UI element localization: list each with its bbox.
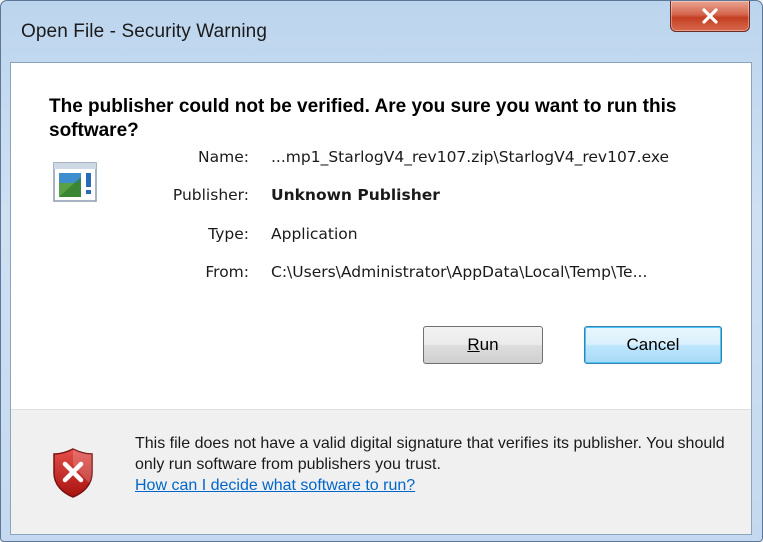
close-button[interactable] xyxy=(670,1,750,32)
title-bar[interactable]: Open File - Security Warning xyxy=(1,1,762,63)
help-link[interactable]: How can I decide what software to run? xyxy=(135,477,415,494)
warning-heading: The publisher could not be verified. Are… xyxy=(49,96,677,141)
close-icon xyxy=(702,8,718,24)
from-label: From: xyxy=(205,263,249,281)
name-label: Name: xyxy=(198,148,249,166)
security-warning-window: Open File - Security Warning The publish… xyxy=(0,0,763,542)
application-window-icon xyxy=(53,162,97,202)
cancel-button[interactable]: Cancel xyxy=(584,326,722,364)
type-label: Type: xyxy=(208,225,249,243)
name-value: ...mp1_StarlogV4_rev107.zip\StarlogV4_re… xyxy=(271,148,670,166)
type-value: Application xyxy=(271,225,358,243)
from-value: C:\Users\Administrator\AppData\Local\Tem… xyxy=(271,263,648,281)
warning-description: This file does not have a valid digital … xyxy=(135,435,725,473)
warning-message: This file does not have a valid digital … xyxy=(135,433,735,496)
publisher-value: Unknown Publisher xyxy=(271,186,440,204)
warning-footer: This file does not have a valid digital … xyxy=(11,409,751,534)
run-button[interactable]: Run xyxy=(423,326,543,364)
window-title: Open File - Security Warning xyxy=(21,21,268,42)
dialog-main-panel: The publisher could not be verified. Are… xyxy=(11,63,751,409)
cancel-button-label: Cancel xyxy=(626,335,680,354)
publisher-label: Publisher: xyxy=(172,186,249,204)
shield-error-icon xyxy=(53,448,93,498)
dialog-client-area: The publisher could not be verified. Are… xyxy=(10,62,752,535)
run-button-label: Run xyxy=(467,335,499,354)
